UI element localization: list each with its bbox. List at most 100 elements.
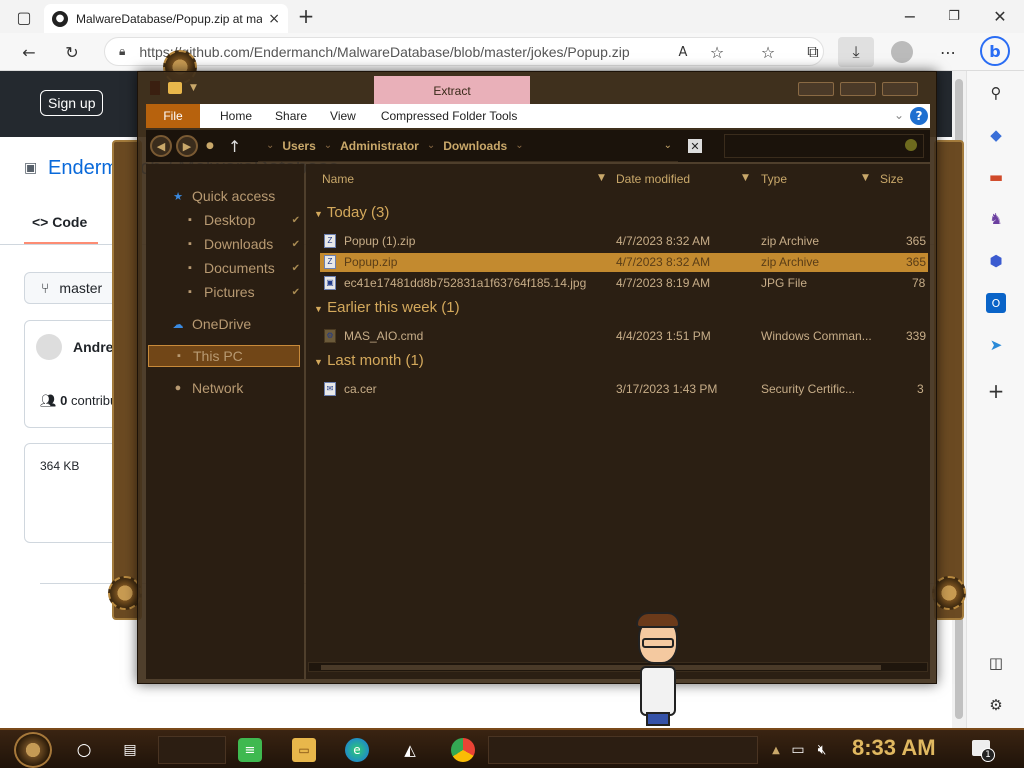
- horizontal-scrollbar[interactable]: [308, 662, 928, 672]
- nav-onedrive[interactable]: ☁ OneDrive: [170, 313, 304, 335]
- minimize-icon[interactable]: [798, 82, 834, 96]
- breadcrumb[interactable]: ⌄ Users ⌄ Administrator ⌄ Downloads ⌄ ⌄: [258, 130, 678, 162]
- pin-icon: ✔: [291, 286, 300, 298]
- shopping-tag-icon[interactable]: ◆: [986, 125, 1006, 145]
- nav-pictures[interactable]: ▪ Pictures ✔: [182, 281, 304, 303]
- close-window-icon[interactable]: ✕: [990, 6, 1010, 26]
- tab-extract[interactable]: Extract: [374, 76, 530, 106]
- gear-deco-icon: [932, 576, 966, 610]
- nav-this-pc[interactable]: ▪ This PC: [148, 345, 300, 367]
- sidebar-toggle-icon[interactable]: ◫: [986, 653, 1006, 673]
- file-type: Security Certific...: [761, 382, 856, 396]
- people-icon: 👥︎: [40, 393, 57, 408]
- help-icon[interactable]: ?: [910, 107, 928, 125]
- chrome-icon[interactable]: [451, 738, 475, 762]
- tab-view[interactable]: View: [318, 109, 367, 123]
- close-tab-icon[interactable]: ×: [268, 11, 280, 27]
- collections-icon[interactable]: ⧉: [802, 41, 824, 63]
- nav-quick-access[interactable]: ★ Quick access: [170, 185, 304, 207]
- qat-dropdown-icon[interactable]: ▼: [190, 83, 197, 93]
- recent-dropdown-icon[interactable]: ●: [206, 141, 214, 151]
- sign-up-button[interactable]: Sign up: [40, 90, 104, 116]
- breadcrumb-users[interactable]: Users: [282, 139, 315, 153]
- settings-icon[interactable]: ⚙: [986, 695, 1006, 715]
- read-aloud-icon[interactable]: A: [672, 41, 694, 63]
- notes-app-icon[interactable]: ≡: [238, 738, 262, 762]
- clock[interactable]: 8:33 AM: [852, 735, 936, 761]
- games-icon[interactable]: ♞: [986, 209, 1006, 229]
- file-row[interactable]: Z Popup.zip 4/7/2023 8:32 AM zip Archive…: [320, 253, 928, 272]
- scroll-thumb[interactable]: [321, 665, 881, 670]
- add-favorite-icon[interactable]: ☆: [706, 41, 728, 63]
- downloads-icon[interactable]: ⤓: [838, 37, 874, 67]
- group-header-earlier[interactable]: ▼ Earlier this week (1): [314, 299, 460, 316]
- breadcrumb-administrator[interactable]: Administrator: [340, 139, 419, 153]
- tab-share[interactable]: Share: [263, 109, 318, 123]
- breadcrumb-separator-icon: ⌄: [323, 140, 333, 151]
- unity-icon[interactable]: ◭: [398, 738, 422, 762]
- file-row[interactable]: ✉ ca.cer 3/17/2023 1:43 PM Security Cert…: [320, 380, 928, 399]
- column-name[interactable]: Name: [322, 172, 354, 186]
- group-header-last-month[interactable]: ▼ Last month (1): [314, 352, 424, 369]
- file-date: 4/7/2023 8:19 AM: [616, 276, 711, 290]
- edge-browser-icon[interactable]: e: [345, 738, 369, 762]
- column-type[interactable]: Type: [761, 172, 787, 186]
- explorer-app-icon: [150, 81, 160, 95]
- tab-code[interactable]: <> Code: [32, 214, 87, 230]
- outlook-icon[interactable]: O: [986, 293, 1006, 313]
- volume-muted-icon[interactable]: 🔇︎: [810, 738, 834, 762]
- profile-icon[interactable]: [891, 41, 913, 63]
- add-icon[interactable]: +: [986, 379, 1006, 403]
- column-date-modified[interactable]: Date modified: [616, 172, 690, 186]
- back-icon[interactable]: ←: [18, 41, 40, 63]
- more-menu-icon[interactable]: ⋯: [937, 41, 959, 63]
- restore-icon[interactable]: ❐: [944, 6, 964, 26]
- cartoon-character[interactable]: [632, 612, 684, 728]
- column-size[interactable]: Size: [880, 172, 903, 186]
- forward-icon[interactable]: ▶: [176, 135, 198, 157]
- tab-code-label: Code: [52, 214, 88, 230]
- favorites-icon[interactable]: ☆: [757, 41, 779, 63]
- bing-copilot-icon[interactable]: b: [980, 36, 1010, 66]
- search-icon[interactable]: ⚲: [986, 83, 1006, 103]
- task-view-icon[interactable]: ▤: [118, 738, 142, 762]
- clear-address-icon[interactable]: ✕: [688, 139, 702, 153]
- browser-tab[interactable]: ● MalwareDatabase/Popup.zip at master ×: [44, 4, 288, 33]
- ribbon-expand-icon[interactable]: ⌄: [894, 108, 904, 122]
- up-icon[interactable]: ↑: [228, 137, 241, 156]
- file-size: 339: [906, 329, 927, 343]
- character-hair: [636, 612, 680, 628]
- nav-desktop[interactable]: ▪ Desktop ✔: [182, 209, 304, 231]
- breadcrumb-downloads[interactable]: Downloads: [443, 139, 507, 153]
- file-row[interactable]: Z Popup (1).zip 4/7/2023 8:32 AM zip Arc…: [320, 232, 928, 251]
- tab-file[interactable]: File: [146, 104, 200, 128]
- tab-home[interactable]: Home: [200, 109, 263, 123]
- tools-icon[interactable]: ▬: [986, 167, 1006, 187]
- back-icon[interactable]: ◀: [150, 135, 172, 157]
- show-hidden-icons[interactable]: ▲: [764, 738, 788, 762]
- close-icon[interactable]: [882, 82, 918, 96]
- tab-compressed-tools[interactable]: Compressed Folder Tools: [367, 109, 529, 123]
- nav-downloads[interactable]: ▪ Downloads ✔: [182, 233, 304, 255]
- file-size: 3: [917, 382, 924, 396]
- nav-network[interactable]: ● Network: [170, 377, 304, 399]
- address-dropdown-icon[interactable]: ⌄: [664, 140, 672, 151]
- file-row[interactable]: ▣ ec41e17481dd8b752831a1f63764f185.14.jp…: [320, 274, 928, 293]
- send-icon[interactable]: ➤: [986, 335, 1006, 355]
- nav-documents[interactable]: ▪ Documents ✔: [182, 257, 304, 279]
- new-tab-button[interactable]: +: [294, 4, 318, 28]
- folder-icon[interactable]: [168, 82, 182, 94]
- file-explorer-icon[interactable]: ▭: [292, 738, 316, 762]
- tab-actions-icon[interactable]: ▢: [14, 7, 34, 27]
- file-row[interactable]: ⚙ MAS_AIO.cmd 4/4/2023 1:51 PM Windows C…: [320, 327, 928, 346]
- office-icon[interactable]: ⬢: [986, 251, 1006, 271]
- start-button[interactable]: [14, 732, 52, 768]
- search-input[interactable]: [724, 134, 924, 158]
- search-circle-icon[interactable]: ○: [72, 738, 96, 762]
- group-label: Last month (1): [327, 352, 424, 369]
- maximize-icon[interactable]: [840, 82, 876, 96]
- group-header-today[interactable]: ▼ Today (3): [314, 204, 389, 221]
- minimize-icon[interactable]: −: [900, 6, 920, 26]
- network-status-icon[interactable]: ▭: [786, 738, 810, 762]
- refresh-icon[interactable]: ↻: [61, 41, 83, 63]
